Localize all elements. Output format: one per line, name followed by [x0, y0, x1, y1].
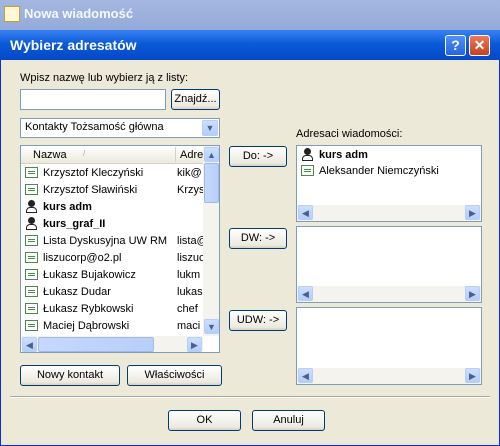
contact-name: liszucorp@o2.pl	[43, 252, 122, 264]
contact-card-icon	[25, 252, 38, 263]
group-icon	[25, 200, 38, 214]
to-button[interactable]: Do: ->	[229, 146, 287, 167]
address-book-value: Kontakty Tożsamość główna	[25, 121, 164, 133]
contact-row[interactable]: kurs adm	[23, 199, 203, 215]
to-horizontal-scrollbar[interactable]: ◀ ▶	[297, 205, 481, 221]
cc-recipients-list[interactable]: ◀ ▶	[296, 226, 482, 303]
to-recipients-list[interactable]: kurs adm Aleksander Niemczyński ◀ ▶	[296, 145, 482, 222]
contact-address: lista@	[177, 235, 205, 247]
list-header: Nazwa / Adre	[21, 146, 203, 164]
hscrollbar-thumb[interactable]	[38, 337, 154, 352]
recipient-name: Aleksander Niemczyński	[319, 165, 439, 177]
parent-window-title: Nowa wiadomość	[24, 6, 134, 21]
contact-row[interactable]: Krzysztof Sławiński Krzys	[23, 182, 205, 198]
scroll-right-icon[interactable]: ▶	[465, 368, 480, 383]
message-icon	[4, 6, 20, 22]
contact-card-icon	[25, 167, 38, 178]
dialog-title: Wybierz adresatów	[10, 37, 137, 53]
find-button[interactable]: Znajdź...	[171, 89, 220, 110]
contact-name: Łukasz Dudar	[43, 286, 111, 298]
contact-name: kurs adm	[43, 201, 92, 213]
scroll-left-icon[interactable]: ◀	[298, 205, 313, 220]
vertical-scrollbar[interactable]: ▲ ▼	[203, 146, 219, 336]
scroll-right-icon[interactable]: ▶	[465, 286, 480, 301]
contact-card-icon	[301, 165, 314, 176]
contact-card-icon	[25, 184, 38, 195]
scroll-right-icon[interactable]: ▶	[465, 205, 480, 220]
scroll-left-icon[interactable]: ◀	[298, 368, 313, 383]
sort-arrow-icon: /	[83, 149, 86, 158]
group-icon	[25, 217, 38, 231]
scroll-right-icon[interactable]: ▶	[187, 337, 202, 352]
contact-row[interactable]: Lista Dyskusyjna UW RM lista@	[23, 233, 205, 249]
scroll-down-icon[interactable]: ▼	[204, 319, 219, 334]
contact-name: Krzysztof Kleczyński	[43, 167, 144, 179]
contact-row[interactable]: Krzysztof Kleczyński kik@	[23, 165, 203, 181]
contact-address: kik@	[177, 167, 202, 179]
contact-card-icon	[25, 303, 38, 314]
contact-name: Maciej Dąbrowski	[43, 320, 130, 332]
chevron-down-icon[interactable]: ▼	[202, 120, 218, 136]
scrollbar-thumb[interactable]	[204, 163, 219, 203]
bcc-button[interactable]: UDW: ->	[229, 310, 287, 331]
new-contact-button[interactable]: Nowy kontakt	[20, 365, 120, 386]
properties-button[interactable]: Właściwości	[127, 365, 222, 386]
search-input[interactable]	[20, 89, 166, 110]
contact-row[interactable]: Łukasz Bujakowicz lukm	[23, 267, 203, 283]
contact-row[interactable]: kurs_graf_II	[23, 216, 203, 232]
ok-button[interactable]: OK	[168, 410, 241, 431]
contact-address: maci	[177, 320, 201, 332]
bcc-horizontal-scrollbar[interactable]: ◀ ▶	[297, 368, 481, 384]
recipients-label: Adresaci wiadomości:	[296, 128, 403, 140]
help-button[interactable]: ?	[445, 35, 466, 56]
contact-address: chef	[177, 303, 198, 315]
bcc-recipients-list[interactable]: ◀ ▶	[296, 307, 482, 385]
contact-card-icon	[25, 286, 38, 297]
cc-horizontal-scrollbar[interactable]: ◀ ▶	[297, 286, 481, 302]
recipient-row[interactable]: kurs adm	[299, 147, 479, 163]
contact-row[interactable]: liszucorp@o2.pl liszuc	[23, 250, 205, 266]
horizontal-scrollbar[interactable]: ◀ ▶	[21, 336, 203, 352]
scroll-up-icon[interactable]: ▲	[204, 147, 219, 162]
close-button[interactable]: ✕	[469, 35, 490, 56]
contact-row[interactable]: Łukasz Dudar lukas	[23, 284, 203, 300]
address-book-select[interactable]: Kontakty Tożsamość główna ▼	[20, 118, 220, 138]
scroll-left-icon[interactable]: ◀	[298, 286, 313, 301]
contact-card-icon	[25, 320, 38, 331]
scroll-left-icon[interactable]: ◀	[22, 337, 37, 352]
contact-name: Krzysztof Sławiński	[43, 184, 138, 196]
contact-card-icon	[25, 235, 38, 246]
contact-row[interactable]: Łukasz Rybkowski chef	[23, 301, 203, 317]
contacts-list[interactable]: Nazwa / Adre Krzysztof Kleczyński kik@ Krz…	[20, 145, 220, 353]
column-header-address[interactable]: Adre	[180, 149, 203, 161]
contact-name: kurs_graf_II	[43, 218, 106, 230]
contact-name: Łukasz Bujakowicz	[43, 269, 136, 281]
recipient-name: kurs adm	[319, 149, 368, 161]
to-recipients-rows: kurs adm Aleksander Niemczyński	[297, 147, 481, 205]
cancel-button[interactable]: Anuluj	[252, 410, 325, 431]
contact-address: lukas	[177, 286, 203, 298]
contact-name: Lista Dyskusyjna UW RM	[43, 235, 168, 247]
contact-address: Krzys	[177, 184, 205, 196]
separator	[10, 396, 490, 398]
contact-address: lukm	[177, 269, 201, 281]
search-label: Wpisz nazwę lub wybierz ją z listy:	[20, 72, 189, 84]
column-header-name[interactable]: Nazwa	[33, 149, 67, 161]
cc-button[interactable]: DW: ->	[229, 228, 287, 249]
contact-card-icon	[25, 269, 38, 280]
contact-name: Łukasz Rybkowski	[43, 303, 134, 315]
recipient-row[interactable]: Aleksander Niemczyński	[299, 163, 479, 179]
column-divider[interactable]	[175, 147, 176, 162]
contact-address: liszuc	[177, 252, 205, 264]
contacts-rows: Krzysztof Kleczyński kik@ Krzysztof Sławiń…	[21, 165, 205, 335]
group-icon	[301, 148, 314, 162]
contact-row[interactable]: Maciej Dąbrowski maci	[23, 318, 203, 334]
